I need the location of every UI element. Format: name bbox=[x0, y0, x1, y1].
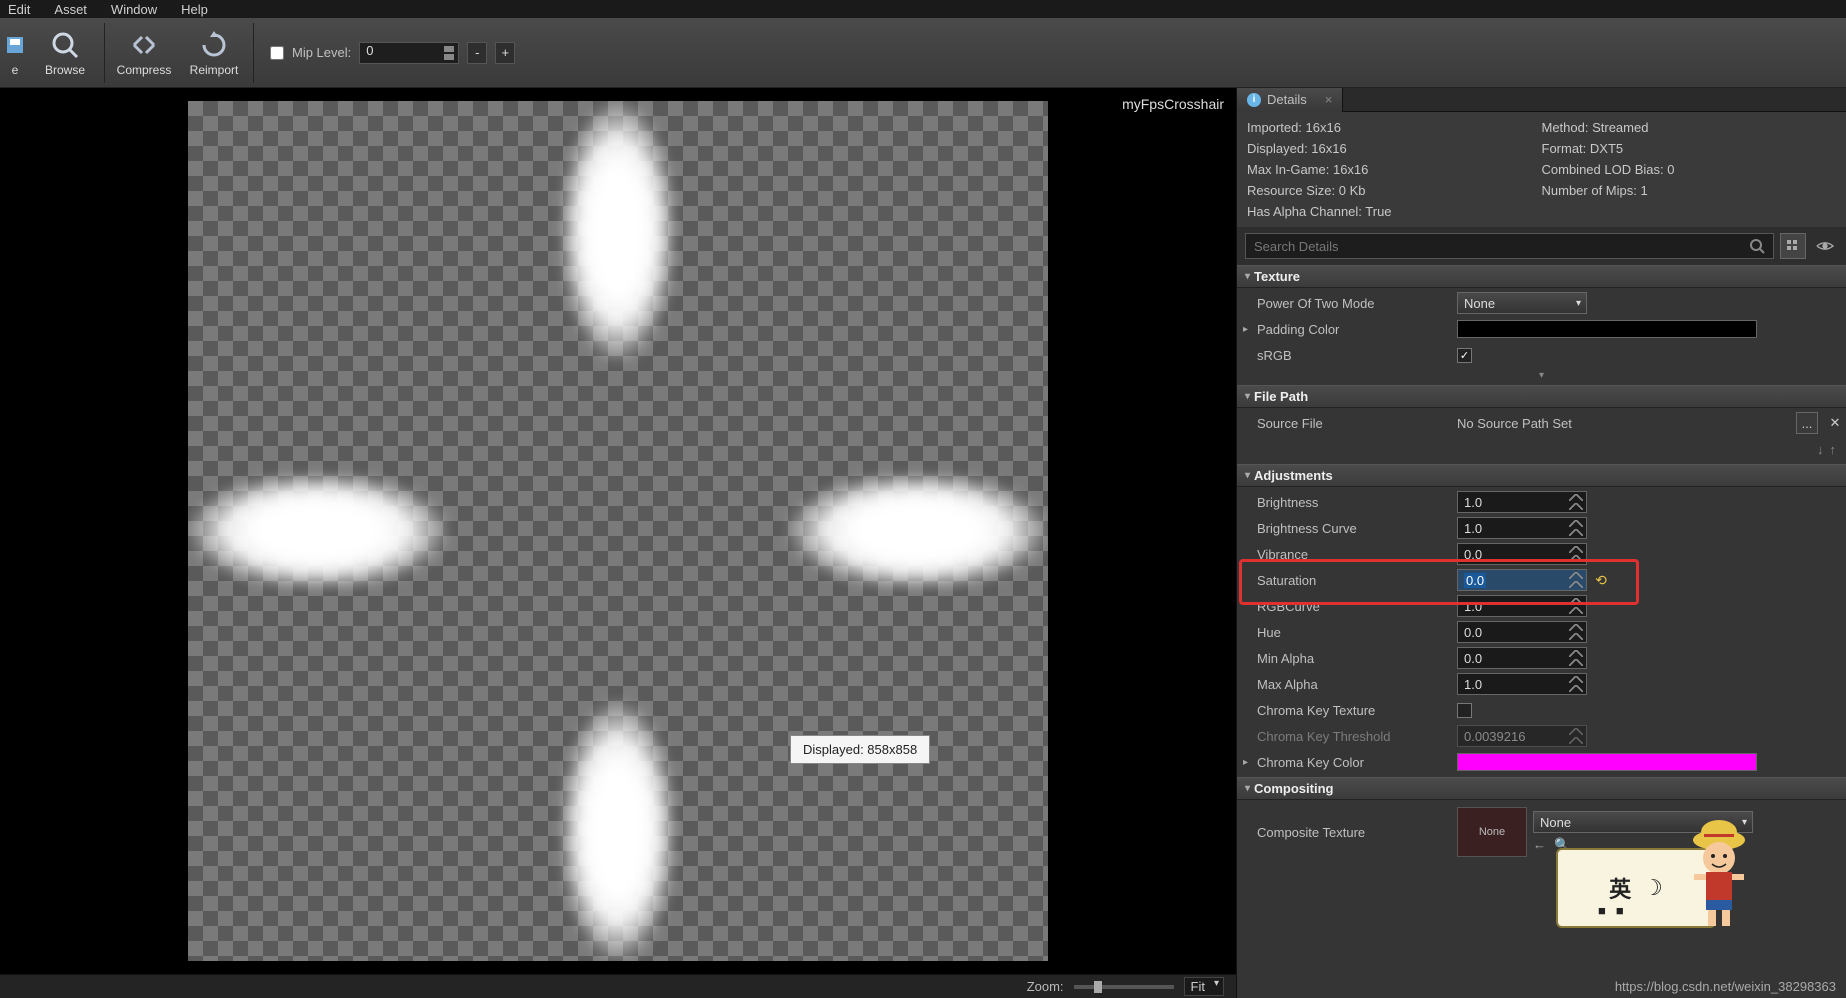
luffy-icon bbox=[1674, 820, 1764, 930]
reset-icon[interactable]: ⟲ bbox=[1593, 572, 1609, 588]
minalpha-label: Min Alpha bbox=[1257, 651, 1457, 666]
chromakeycolor-swatch[interactable] bbox=[1457, 753, 1757, 771]
saturation-label: Saturation bbox=[1257, 573, 1457, 588]
category-filepath[interactable]: File Path bbox=[1237, 385, 1846, 408]
sourcefile-label: Source File bbox=[1257, 416, 1457, 431]
vibrance-label: Vibrance bbox=[1257, 547, 1457, 562]
padding-label: Padding Color bbox=[1257, 322, 1457, 337]
compress-button[interactable]: Compress bbox=[109, 18, 179, 88]
brightcurve-label: Brightness Curve bbox=[1257, 521, 1457, 536]
save-button[interactable]: e bbox=[0, 18, 30, 88]
info-displayed: Displayed: 16x16 bbox=[1247, 141, 1542, 156]
toolbar: e Browse Compress Reimport Mip Level: 0 … bbox=[0, 18, 1846, 88]
viewport-statusbar: Zoom: Fit bbox=[0, 974, 1236, 998]
category-compositing[interactable]: Compositing bbox=[1237, 777, 1846, 800]
info-mips: Number of Mips: 1 bbox=[1542, 183, 1837, 198]
texture-viewport: ▾ myFpsCrosshair Zoom: Fit bbox=[0, 88, 1236, 998]
info-lod: Combined LOD Bias: 0 bbox=[1542, 162, 1837, 177]
compress-icon bbox=[128, 29, 160, 61]
menu-edit[interactable]: Edit bbox=[8, 2, 30, 17]
brightcurve-input[interactable]: 1.0 bbox=[1457, 517, 1587, 539]
asset-name-label: myFpsCrosshair bbox=[1122, 96, 1224, 112]
menu-asset[interactable]: Asset bbox=[54, 2, 87, 17]
back-arrow-icon[interactable]: ← bbox=[1533, 837, 1546, 853]
displayed-tooltip: Displayed: 858x858 bbox=[790, 735, 930, 764]
category-adjustments[interactable]: Adjustments bbox=[1237, 464, 1846, 487]
info-method: Method: Streamed bbox=[1542, 120, 1837, 135]
visibility-button[interactable] bbox=[1812, 233, 1838, 259]
vibrance-input[interactable]: 0.0 bbox=[1457, 543, 1587, 565]
info-format: Format: DXT5 bbox=[1542, 141, 1837, 156]
mip-checkbox[interactable] bbox=[270, 46, 284, 60]
search-input[interactable]: Search Details bbox=[1245, 233, 1774, 259]
details-tabbar: i Details × bbox=[1237, 88, 1846, 112]
menubar: Edit Asset Window Help bbox=[0, 0, 1846, 18]
category-texture[interactable]: Texture bbox=[1237, 265, 1846, 288]
mip-level-group: Mip Level: 0 - + bbox=[270, 42, 515, 64]
comptex-thumb[interactable]: None bbox=[1457, 807, 1527, 857]
rgbcurve-input[interactable]: 1.0 bbox=[1457, 595, 1587, 617]
info-resource: Resource Size: 0 Kb bbox=[1247, 183, 1542, 198]
zoom-label: Zoom: bbox=[1027, 979, 1064, 994]
info-maxingame: Max In-Game: 16x16 bbox=[1247, 162, 1542, 177]
browse-button[interactable]: Browse bbox=[30, 18, 100, 88]
expand-more-icon[interactable]: ▾ bbox=[1237, 368, 1846, 383]
hue-label: Hue bbox=[1257, 625, 1457, 640]
search-icon bbox=[1749, 238, 1765, 254]
pot-label: Power Of Two Mode bbox=[1257, 296, 1457, 311]
zoom-slider[interactable] bbox=[1074, 985, 1174, 989]
chromakeytex-checkbox[interactable] bbox=[1457, 703, 1472, 718]
chromakeythresh-label: Chroma Key Threshold bbox=[1257, 729, 1457, 744]
zoom-fit-dropdown[interactable]: Fit bbox=[1184, 977, 1224, 996]
browse-file-button[interactable]: ... bbox=[1796, 412, 1818, 434]
details-tab[interactable]: i Details × bbox=[1237, 88, 1343, 112]
watermark: https://blog.csdn.net/weixin_38298363 bbox=[1615, 979, 1836, 994]
info-icon: i bbox=[1247, 93, 1261, 107]
mip-minus-button[interactable]: - bbox=[467, 42, 487, 64]
info-alpha: Has Alpha Channel: True bbox=[1247, 204, 1542, 219]
brightness-input[interactable]: 1.0 bbox=[1457, 491, 1587, 513]
minalpha-input[interactable]: 0.0 bbox=[1457, 647, 1587, 669]
chromakeythresh-input[interactable]: 0.0039216 bbox=[1457, 725, 1587, 747]
chromakeycolor-label: Chroma Key Color bbox=[1257, 755, 1457, 770]
hue-input[interactable]: 0.0 bbox=[1457, 621, 1587, 643]
sourcefile-value: No Source Path Set bbox=[1457, 416, 1790, 431]
ime-overlay: 英 ☽ ■■ bbox=[1556, 848, 1716, 928]
matrix-view-button[interactable] bbox=[1780, 233, 1806, 259]
srgb-label: sRGB bbox=[1257, 348, 1457, 363]
pot-dropdown[interactable]: None bbox=[1457, 292, 1587, 314]
maxalpha-label: Max Alpha bbox=[1257, 677, 1457, 692]
maxalpha-input[interactable]: 1.0 bbox=[1457, 673, 1587, 695]
down-arrow-icon[interactable]: ↓ bbox=[1817, 442, 1824, 457]
clear-file-button[interactable]: ✕ bbox=[1824, 412, 1846, 434]
rgbcurve-label: RGBCurve bbox=[1257, 599, 1457, 614]
brightness-label: Brightness bbox=[1257, 495, 1457, 510]
texture-info: Imported: 16x16 Method: Streamed Display… bbox=[1237, 112, 1846, 227]
chromakeytex-label: Chroma Key Texture bbox=[1257, 703, 1457, 718]
reimport-button[interactable]: Reimport bbox=[179, 18, 249, 88]
up-arrow-icon[interactable]: ↑ bbox=[1830, 442, 1837, 457]
save-icon bbox=[0, 29, 31, 61]
menu-window[interactable]: Window bbox=[111, 2, 157, 17]
info-imported: Imported: 16x16 bbox=[1247, 120, 1542, 135]
menu-help[interactable]: Help bbox=[181, 2, 208, 17]
close-icon[interactable]: × bbox=[1325, 92, 1333, 107]
texture-preview bbox=[188, 101, 1048, 961]
mip-label: Mip Level: bbox=[292, 45, 351, 60]
saturation-input[interactable]: 0.0 bbox=[1457, 569, 1587, 591]
comptex-label: Composite Texture bbox=[1257, 825, 1457, 840]
reimport-icon bbox=[198, 29, 230, 61]
padding-color-swatch[interactable] bbox=[1457, 320, 1757, 338]
mip-spinbox[interactable]: 0 bbox=[359, 42, 459, 64]
magnifier-icon bbox=[49, 29, 81, 61]
viewport-canvas[interactable]: myFpsCrosshair bbox=[0, 88, 1236, 974]
srgb-checkbox[interactable] bbox=[1457, 348, 1472, 363]
details-search-row: Search Details bbox=[1237, 227, 1846, 265]
mip-plus-button[interactable]: + bbox=[495, 42, 515, 64]
